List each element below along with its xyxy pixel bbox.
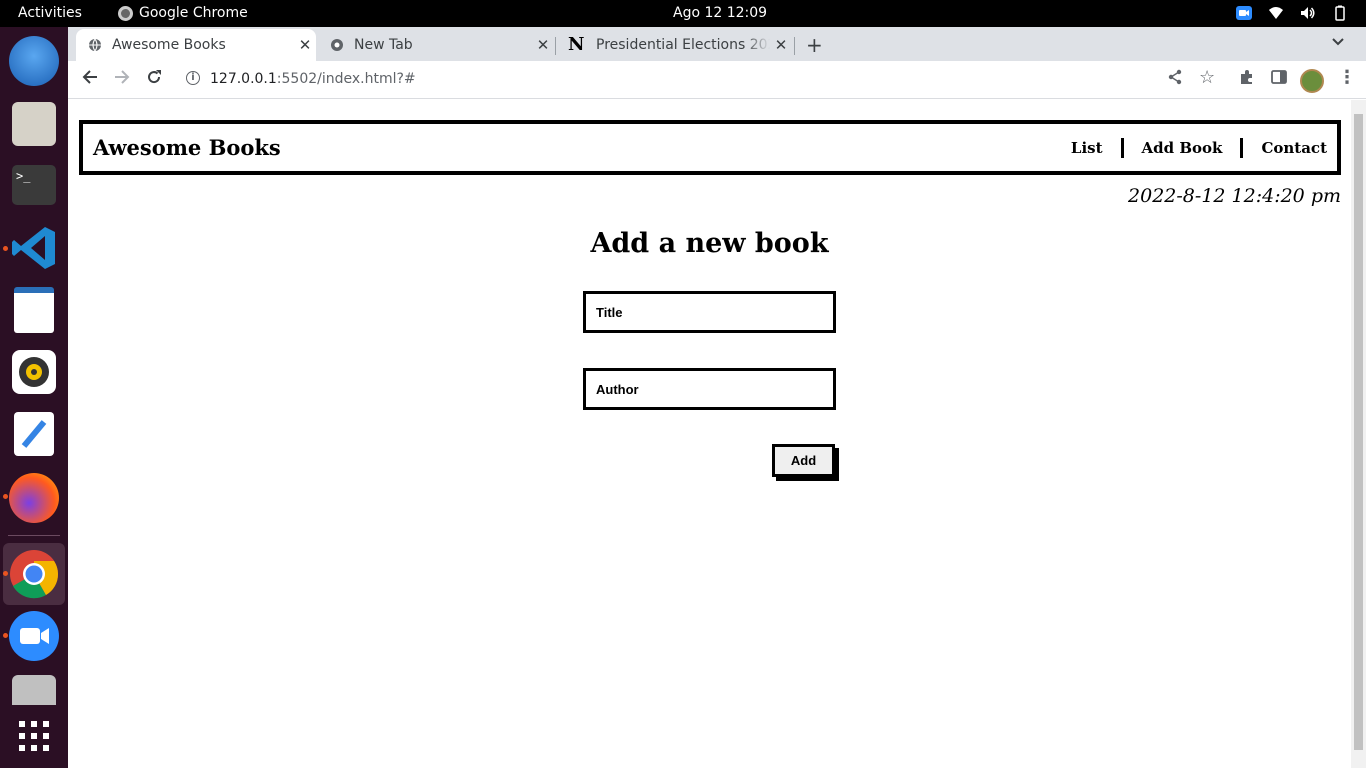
terminal-icon[interactable]: >_	[12, 165, 56, 205]
more-menu-icon[interactable]: ⋮	[1338, 67, 1356, 88]
forward-button[interactable]	[111, 69, 133, 90]
app-menu[interactable]: Google Chrome	[118, 5, 248, 21]
rhythmbox-icon[interactable]	[12, 350, 56, 394]
nav-link-list[interactable]: List	[1071, 138, 1124, 158]
share-icon[interactable]	[1168, 69, 1182, 89]
wifi-icon[interactable]	[1268, 5, 1284, 21]
running-indicator	[3, 633, 8, 638]
volume-icon[interactable]	[1300, 5, 1316, 21]
running-indicator	[3, 246, 8, 251]
site-navbar: Awesome Books List Add Book Contact	[79, 120, 1341, 175]
notion-icon: N	[568, 34, 585, 55]
side-panel-icon[interactable]	[1271, 69, 1287, 89]
url-path: :5502/index.html?#	[276, 71, 416, 87]
system-top-bar: Activities Google Chrome Ago 12 12:09	[0, 0, 1366, 27]
zoom-tray-icon[interactable]	[1236, 5, 1252, 21]
files-icon[interactable]	[12, 102, 56, 146]
new-tab-button[interactable]: +	[806, 33, 823, 57]
tab-title: New Tab	[354, 37, 413, 53]
browser-toolbar: i 127.0.0.1:5502/index.html?# ☆ ⋮	[68, 61, 1366, 99]
libreoffice-impress-icon[interactable]	[14, 287, 54, 333]
tab-new-tab[interactable]: New Tab ✕	[318, 29, 554, 61]
chrome-small-icon	[118, 5, 133, 21]
current-datetime: 2022-8-12 12:4:20 pm	[1128, 185, 1341, 207]
site-brand: Awesome Books	[93, 135, 281, 160]
globe-icon	[89, 38, 101, 52]
system-tray[interactable]	[1236, 5, 1348, 21]
drive-icon[interactable]	[12, 675, 56, 705]
vscode-icon[interactable]	[9, 223, 59, 273]
tab-search-chevron-icon[interactable]	[1332, 35, 1344, 50]
clock[interactable]: Ago 12 12:09	[673, 5, 767, 21]
close-tab-icon[interactable]: ✕	[294, 36, 316, 54]
zoom-icon[interactable]	[9, 611, 59, 661]
add-button[interactable]: Add	[772, 444, 835, 477]
tab-presidential-elections[interactable]: N Presidential Elections 202 ✕	[556, 29, 792, 61]
url-text: 127.0.0.1:5502/index.html?#	[210, 71, 416, 87]
running-indicator	[3, 571, 8, 576]
nav-link-add-book[interactable]: Add Book	[1124, 138, 1244, 158]
firefox-icon[interactable]	[9, 473, 59, 523]
app-grid-icon[interactable]	[9, 717, 59, 767]
close-tab-icon[interactable]: ✕	[770, 36, 792, 54]
app-name: Google Chrome	[139, 5, 248, 21]
address-bar[interactable]: i 127.0.0.1:5502/index.html?#	[178, 65, 1228, 95]
author-input[interactable]	[583, 368, 836, 410]
battery-icon[interactable]	[1332, 5, 1348, 21]
activities-button[interactable]: Activities	[18, 5, 82, 21]
scrollbar-thumb[interactable]	[1354, 114, 1363, 750]
running-indicator	[3, 494, 8, 499]
back-button[interactable]	[79, 69, 101, 90]
page-scrollbar[interactable]	[1351, 100, 1366, 768]
nav-links: List Add Book Contact	[1071, 138, 1327, 158]
tab-title: Awesome Books	[112, 37, 226, 53]
thunderbird-icon[interactable]	[9, 36, 59, 86]
reload-button[interactable]	[143, 69, 165, 90]
tab-title: Presidential Elections 202	[596, 37, 770, 53]
bookmark-star-icon[interactable]: ☆	[1199, 67, 1215, 88]
extensions-puzzle-icon[interactable]	[1239, 69, 1255, 89]
url-host: 127.0.0.1	[210, 71, 277, 87]
chrome-favicon-icon	[331, 39, 343, 51]
nav-link-contact[interactable]: Contact	[1243, 138, 1327, 158]
close-tab-icon[interactable]: ✕	[532, 36, 554, 54]
dock: >_	[0, 27, 68, 768]
text-editor-icon[interactable]	[14, 412, 54, 456]
web-page: Awesome Books List Add Book Contact 2022…	[68, 100, 1351, 768]
tab-awesome-books[interactable]: Awesome Books ✕	[76, 29, 316, 61]
page-heading: Add a new book	[590, 228, 829, 259]
profile-avatar[interactable]	[1300, 69, 1324, 93]
chrome-icon[interactable]	[9, 549, 59, 599]
site-info-icon[interactable]: i	[186, 71, 200, 85]
tab-strip: Awesome Books ✕ New Tab ✕ N Presidential…	[68, 27, 1366, 61]
title-input[interactable]	[583, 291, 836, 333]
dock-separator	[8, 535, 60, 536]
tab-separator	[794, 37, 795, 55]
